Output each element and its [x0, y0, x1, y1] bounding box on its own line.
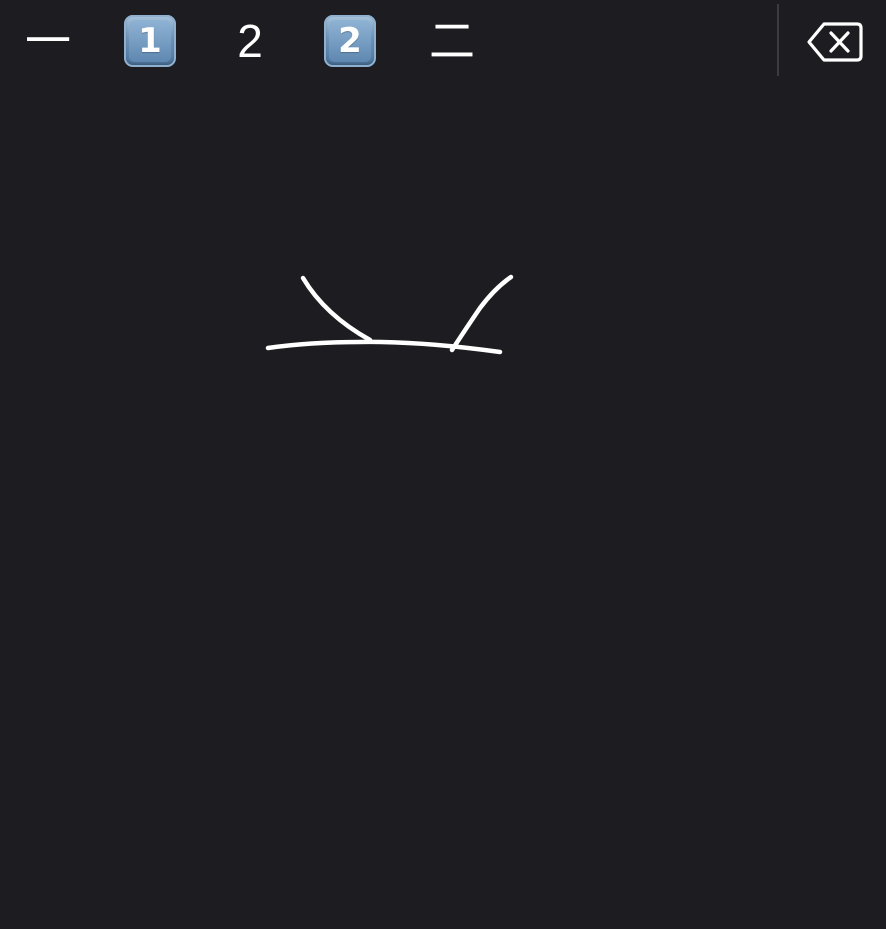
handwriting-keyboard: 一 1 2 2 二	[0, 0, 886, 929]
candidate-yi[interactable]: 一	[18, 6, 78, 76]
handwriting-canvas[interactable]	[0, 82, 886, 929]
candidate-keycap-2[interactable]: 2	[322, 6, 378, 76]
candidate-two[interactable]: 2	[222, 6, 278, 76]
delete-button[interactable]	[800, 14, 870, 70]
stroke-horizontal	[265, 339, 503, 355]
candidate-label: 二	[429, 15, 475, 67]
keycap-emoji: 1	[124, 15, 176, 67]
candidate-label: 2	[237, 15, 263, 67]
keycap-emoji: 2	[324, 15, 376, 67]
candidate-er[interactable]: 二	[422, 6, 482, 76]
candidate-keycap-1[interactable]: 1	[122, 6, 178, 76]
candidate-label: 一	[25, 15, 71, 67]
stroke-left	[300, 275, 373, 343]
handwriting-strokes	[265, 274, 514, 355]
divider	[777, 4, 779, 76]
stroke-right	[449, 274, 514, 353]
backspace-icon	[807, 22, 863, 62]
candidate-bar: 一 1 2 2 二	[0, 0, 886, 82]
